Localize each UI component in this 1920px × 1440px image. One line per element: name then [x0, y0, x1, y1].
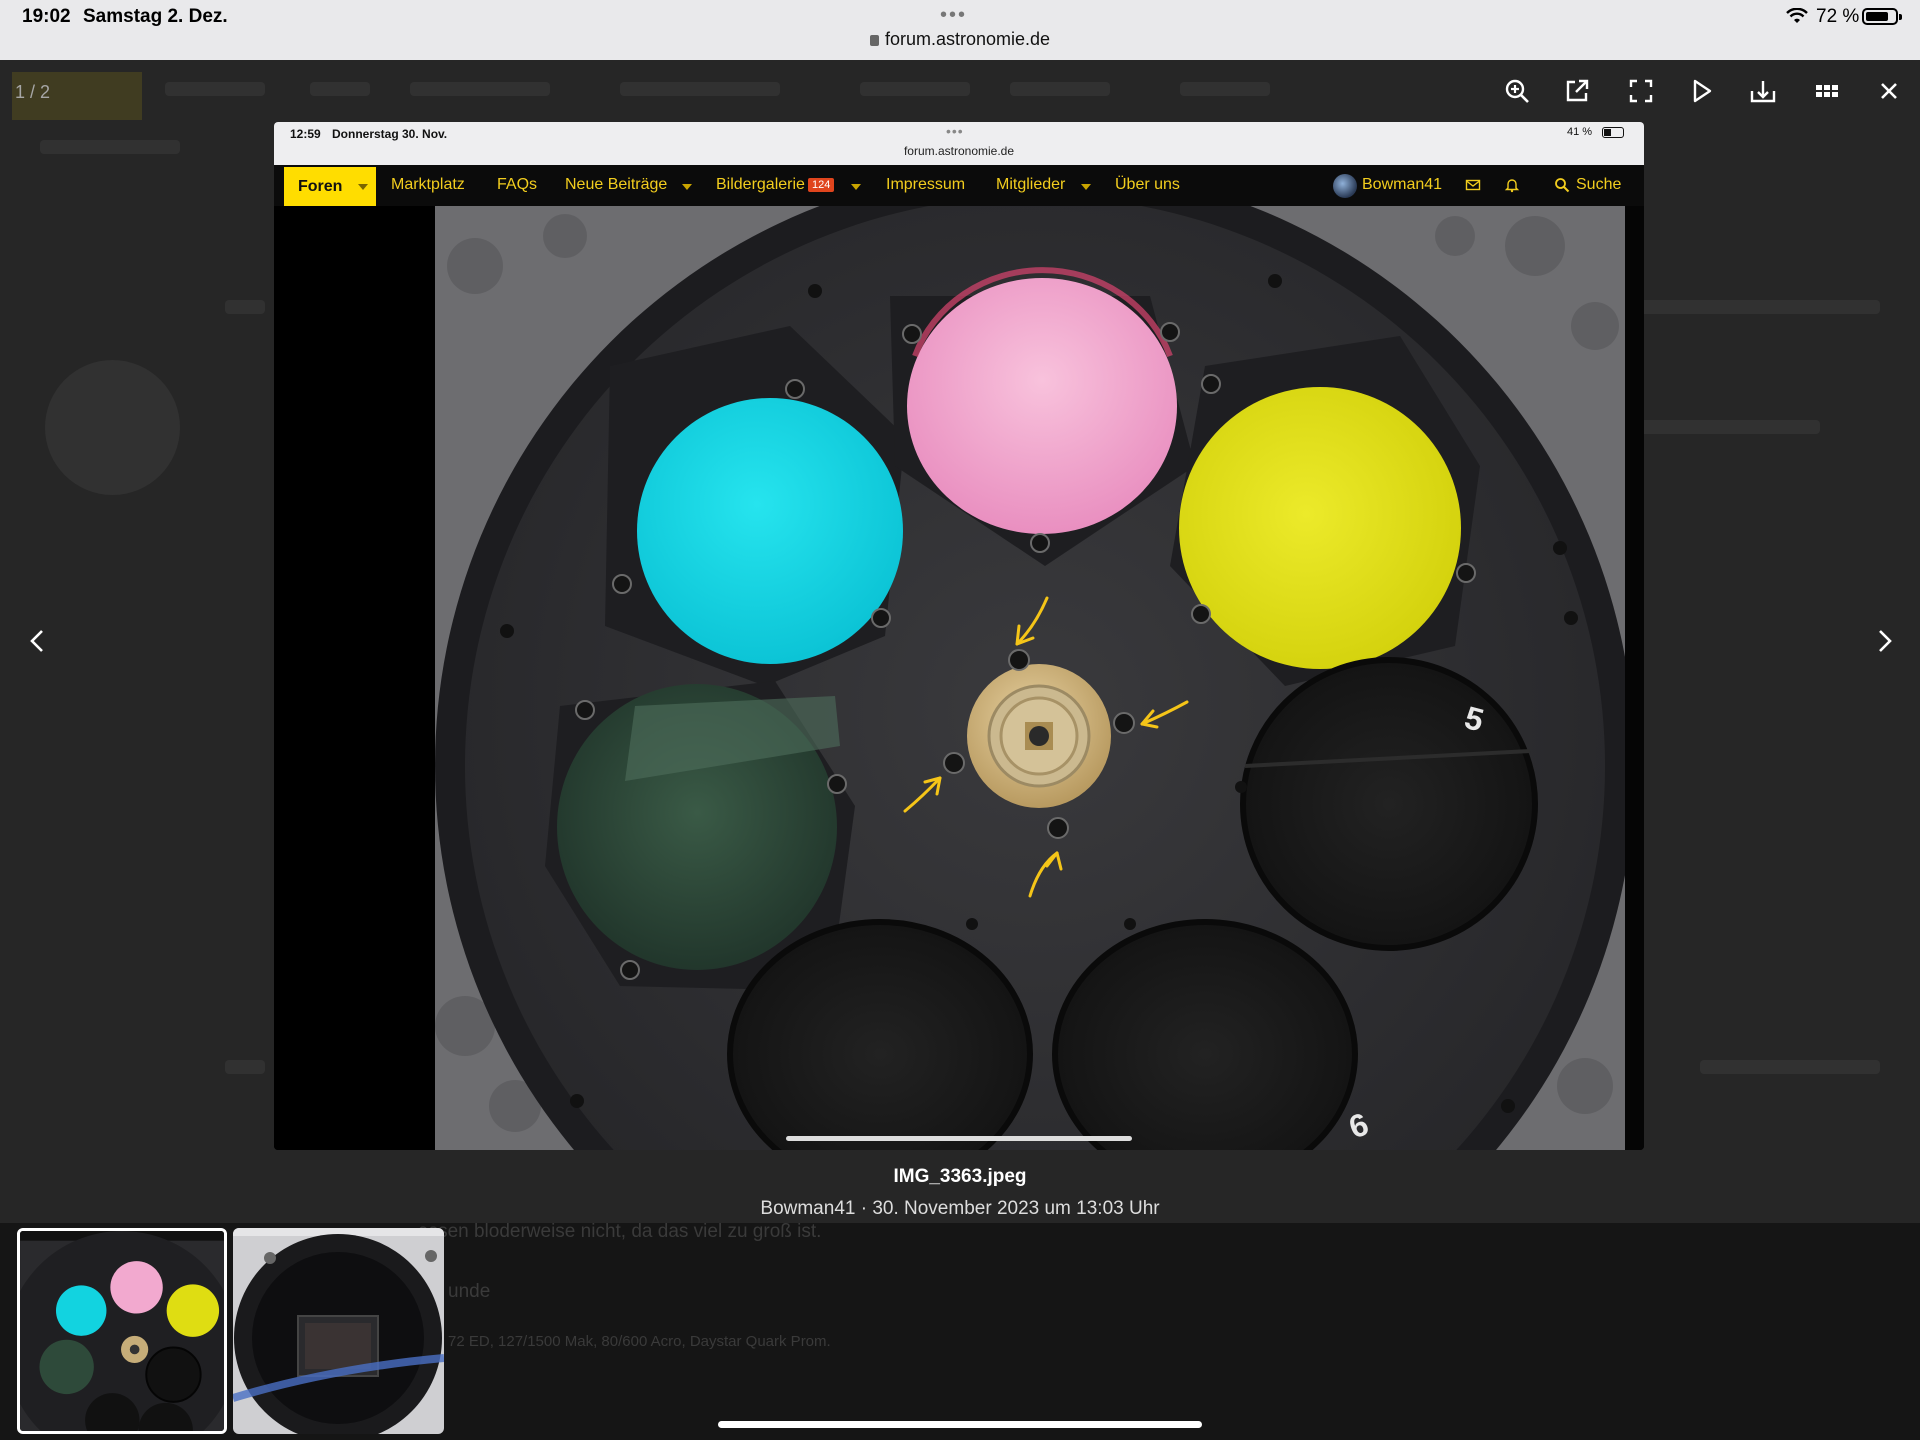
- slideshow-play-icon[interactable]: [1686, 76, 1716, 106]
- chevron-down-icon: [358, 184, 368, 190]
- envelope-icon: [1465, 179, 1481, 191]
- inner-right-edge: [1625, 206, 1644, 1150]
- inner-url: forum.astronomie.de: [903, 144, 1015, 158]
- inner-left-panel: [274, 206, 422, 1150]
- nav-search-label: Suche: [1576, 176, 1622, 193]
- nav-item-mitglieder: Mitglieder: [996, 176, 1066, 193]
- filter-wheel-drawing: 5 6: [435, 206, 1625, 1150]
- nav-item-impressum: Impressum: [886, 176, 966, 193]
- thumbnail-2[interactable]: [233, 1228, 444, 1434]
- inner-battery-icon: [1602, 127, 1624, 138]
- image-filename: IMG_3363.jpeg: [893, 1166, 1027, 1187]
- inner-status-time: 12:59: [290, 127, 321, 141]
- open-external-icon[interactable]: [1562, 76, 1592, 106]
- battery-icon: [1862, 8, 1902, 25]
- fullscreen-icon[interactable]: [1626, 76, 1656, 106]
- download-icon[interactable]: [1748, 76, 1778, 106]
- avatar: [1333, 174, 1357, 198]
- home-indicator[interactable]: [718, 1421, 1202, 1428]
- search-icon: [1555, 178, 1570, 193]
- next-arrow-icon[interactable]: [1874, 626, 1896, 656]
- lock-icon: [869, 35, 879, 46]
- close-icon[interactable]: [1874, 76, 1904, 106]
- inner-status-date: Donnerstag 30. Nov.: [332, 127, 448, 141]
- battery-percent: 72 %: [1816, 6, 1860, 27]
- multitasking-dots-icon[interactable]: •••: [940, 4, 967, 27]
- previous-arrow-icon[interactable]: [26, 626, 48, 656]
- status-date: Samstag 2. Dez.: [83, 6, 228, 27]
- chevron-down-icon: [851, 184, 861, 190]
- chevron-down-icon: [1081, 184, 1091, 190]
- nav-item-ueber-uns: Über uns: [1115, 176, 1180, 193]
- thumbnail-1[interactable]: [17, 1228, 227, 1434]
- wifi-icon: [1786, 8, 1808, 23]
- inner-battery-percent: 41 %: [1567, 126, 1593, 138]
- address-text: forum.astronomie.de: [884, 29, 1051, 49]
- zoom-in-icon[interactable]: [1502, 76, 1532, 106]
- nav-item-bildergalerie: Bildergalerie: [716, 176, 805, 193]
- background-text-line: assen bloderweise nicht, da das viel zu …: [418, 1221, 822, 1242]
- thumbnail-image: [20, 1231, 224, 1431]
- thumbnails-grid-icon[interactable]: [1812, 76, 1842, 106]
- nav-item-neue-beitraege: Neue Beiträge: [565, 176, 668, 193]
- image-meta: Bowman41 · 30. November 2023 um 13:03 Uh…: [760, 1198, 1160, 1219]
- filter-wheel-photo: 5 6: [435, 206, 1625, 1150]
- nav-user-name: Bowman41: [1362, 176, 1443, 193]
- bell-icon: [1504, 179, 1520, 193]
- nav-foren-label: Foren: [298, 178, 343, 195]
- image-counter: 1 / 2: [15, 82, 51, 102]
- chevron-down-icon: [682, 184, 692, 190]
- ipad-screen: 19:02 Samstag 2. Dez. ••• forum.astronom…: [0, 0, 1920, 1440]
- status-time: 19:02: [22, 6, 71, 27]
- nav-foren: Foren: [284, 167, 376, 207]
- address-bar[interactable]: forum.astronomie.de: [0, 29, 1920, 50]
- thumbnail-image: [233, 1228, 444, 1434]
- lightbox-image[interactable]: 12:59 Donnerstag 30. Nov. ••• forum.astr…: [274, 122, 1644, 1150]
- inner-dots-icon: •••: [946, 123, 964, 139]
- status-bar: 19:02 Samstag 2. Dez. ••• forum.astronom…: [0, 0, 1920, 60]
- nav-item-faqs: FAQs: [497, 176, 538, 193]
- inner-home-indicator: [786, 1136, 1132, 1141]
- background-text-line: 72 ED, 127/1500 Mak, 80/600 Acro, Daysta…: [448, 1333, 831, 1350]
- background-text-line: unde: [448, 1281, 491, 1302]
- forum-nav: Foren Marktplatz FAQs Neue Beiträge Bild…: [274, 165, 1644, 207]
- nav-item-marktplatz: Marktplatz: [391, 176, 465, 193]
- gallery-count-badge: 124: [808, 178, 835, 192]
- inner-status-bar: 12:59 Donnerstag 30. Nov. ••• forum.astr…: [274, 122, 1644, 165]
